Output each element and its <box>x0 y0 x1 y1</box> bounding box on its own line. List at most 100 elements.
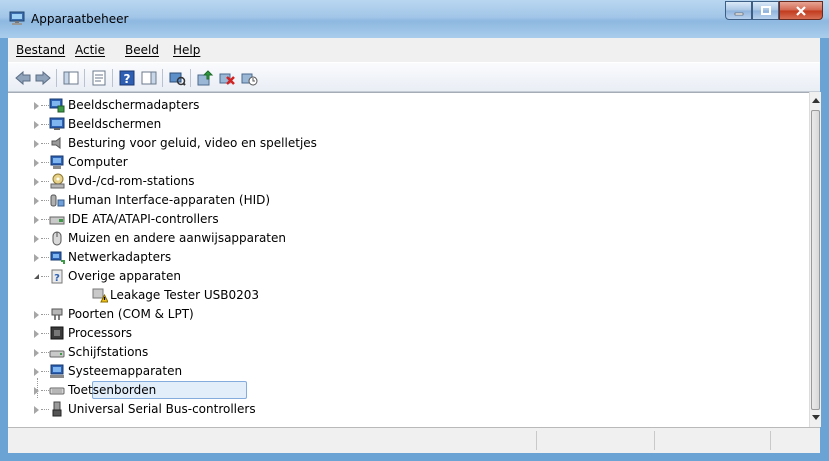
category-item[interactable]: Beeldschermen <box>34 115 809 134</box>
disk-drive-icon <box>49 350 65 358</box>
expand-arrow-icon[interactable] <box>34 140 39 148</box>
category-item[interactable]: Besturing voor geluid, video en spelletj… <box>34 134 809 153</box>
tree-item-label: Overige apparaten <box>68 269 181 283</box>
system-device-icon <box>50 364 64 378</box>
category-item[interactable]: Muizen en andere aanwijsapparaten <box>34 229 809 248</box>
close-icon <box>796 5 806 16</box>
tree-item-label: Schijfstations <box>68 345 149 359</box>
processor-icon <box>50 326 64 340</box>
expand-arrow-icon[interactable] <box>34 254 39 262</box>
port-icon <box>51 308 63 320</box>
tree-item-label: Besturing voor geluid, video en spelletj… <box>68 136 317 150</box>
category-item[interactable]: ? Overige apparaten <box>34 267 809 286</box>
tree-item-label: Computer <box>68 155 128 169</box>
expand-arrow-icon[interactable] <box>34 368 39 376</box>
category-item[interactable]: Schijfstations <box>34 343 809 362</box>
tree-connector-line <box>41 200 49 202</box>
device-item[interactable]: Leakage Tester USB0203 <box>70 286 809 305</box>
tree-item-label: Dvd-/cd-rom-stations <box>68 174 195 188</box>
menu-beeld[interactable]: Beeld <box>125 43 159 57</box>
category-item[interactable]: Processors <box>34 324 809 343</box>
expand-arrow-icon[interactable] <box>34 330 39 338</box>
help-icon[interactable]: ? <box>118 69 136 87</box>
category-item[interactable]: Computer <box>34 153 809 172</box>
expand-arrow-icon[interactable] <box>34 159 39 167</box>
toolbar-separator <box>56 69 57 87</box>
status-divider <box>654 431 655 450</box>
expand-arrow-icon[interactable] <box>34 178 39 186</box>
status-divider <box>770 431 771 450</box>
update-driver-icon[interactable] <box>196 69 214 87</box>
scroll-thumb[interactable] <box>811 110 820 410</box>
expand-arrow-icon[interactable] <box>34 235 39 243</box>
vertical-scrollbar[interactable] <box>809 92 821 427</box>
title-bar[interactable]: Apparaatbeheer <box>0 0 829 38</box>
tree-connector-line <box>41 162 49 164</box>
maximize-button[interactable] <box>752 1 779 20</box>
collapse-arrow-icon[interactable] <box>34 274 39 279</box>
expand-arrow-icon[interactable] <box>34 387 39 395</box>
svg-text:?: ? <box>124 72 131 86</box>
window-title: Apparaatbeheer <box>31 12 129 26</box>
tree-item-label: Netwerkadapters <box>68 250 172 264</box>
hid-icon <box>50 194 65 207</box>
tree-item-label: Human Interface-apparaten (HID) <box>68 193 271 207</box>
keyboard-icon <box>49 387 65 395</box>
minimize-button[interactable] <box>725 1 752 20</box>
expand-arrow-icon[interactable] <box>34 121 39 129</box>
tree-connector-line <box>41 143 49 145</box>
tree-item-label: Beeldschermen <box>68 117 162 131</box>
menu-help[interactable]: Help <box>173 43 200 57</box>
toolbar-separator <box>112 69 113 87</box>
expand-arrow-icon[interactable] <box>34 349 39 357</box>
expand-arrow-icon[interactable] <box>34 197 39 205</box>
maximize-icon <box>760 5 771 15</box>
device-manager-window: Apparaatbeheer Bestand Actie Beeld Help … <box>0 0 829 461</box>
mouse-icon <box>52 231 62 246</box>
console-tree-icon[interactable] <box>62 69 80 87</box>
device-tree[interactable]: Beeldschermadapters Beeldschermen Besturin… <box>8 92 809 427</box>
network-adapter-icon <box>50 251 65 264</box>
tree-item-label: Muizen en andere aanwijsapparaten <box>68 231 286 245</box>
category-item[interactable]: Dvd-/cd-rom-stations <box>34 172 809 191</box>
category-item[interactable]: Toetsenborden <box>34 381 809 400</box>
expand-arrow-icon[interactable] <box>34 216 39 224</box>
svg-text:?: ? <box>54 273 60 284</box>
scan-hardware-icon[interactable] <box>168 69 186 87</box>
close-button[interactable] <box>779 1 823 20</box>
speaker-icon <box>51 137 61 149</box>
scroll-up-icon[interactable] <box>812 98 820 103</box>
tree-item-label: Systeemapparaten <box>68 364 183 378</box>
category-item[interactable]: Human Interface-apparaten (HID) <box>34 191 809 210</box>
tree-item-label: Processors <box>68 326 133 340</box>
category-item[interactable]: Universal Serial Bus-controllers <box>34 400 809 419</box>
toolbar: ? <box>8 62 820 92</box>
category-item[interactable]: Netwerkadapters <box>34 248 809 267</box>
category-item[interactable]: Poorten (COM & LPT) <box>34 305 809 324</box>
category-item[interactable]: Beeldschermadapters <box>34 96 809 115</box>
properties-icon[interactable] <box>90 69 108 87</box>
expand-arrow-icon[interactable] <box>34 406 39 414</box>
minimize-icon <box>734 12 743 15</box>
usb-icon <box>52 401 62 417</box>
ide-controller-icon <box>49 216 65 225</box>
uninstall-icon[interactable] <box>218 69 236 87</box>
menu-bestand[interactable]: Bestand <box>16 43 65 57</box>
tree-connector-line <box>41 390 49 392</box>
forward-arrow-icon[interactable] <box>34 69 52 87</box>
tree-item-label: Poorten (COM & LPT) <box>68 307 194 321</box>
tree-item-label: Toetsenborden <box>68 383 157 397</box>
disable-device-icon[interactable] <box>240 69 258 87</box>
action-pane-icon[interactable] <box>140 69 158 87</box>
tree-connector-line <box>41 124 49 126</box>
back-arrow-icon[interactable] <box>14 69 32 87</box>
expand-arrow-icon[interactable] <box>34 102 39 110</box>
category-item[interactable]: IDE ATA/ATAPI-controllers <box>34 210 809 229</box>
menu-bar: Bestand Actie Beeld Help <box>8 38 820 62</box>
category-item[interactable]: Systeemapparaten <box>34 362 809 381</box>
menu-actie[interactable]: Actie <box>75 43 105 57</box>
toolbar-separator <box>162 69 163 87</box>
tree-connector-line <box>41 333 49 335</box>
expand-arrow-icon[interactable] <box>34 311 39 319</box>
scroll-down-icon[interactable] <box>812 415 820 420</box>
